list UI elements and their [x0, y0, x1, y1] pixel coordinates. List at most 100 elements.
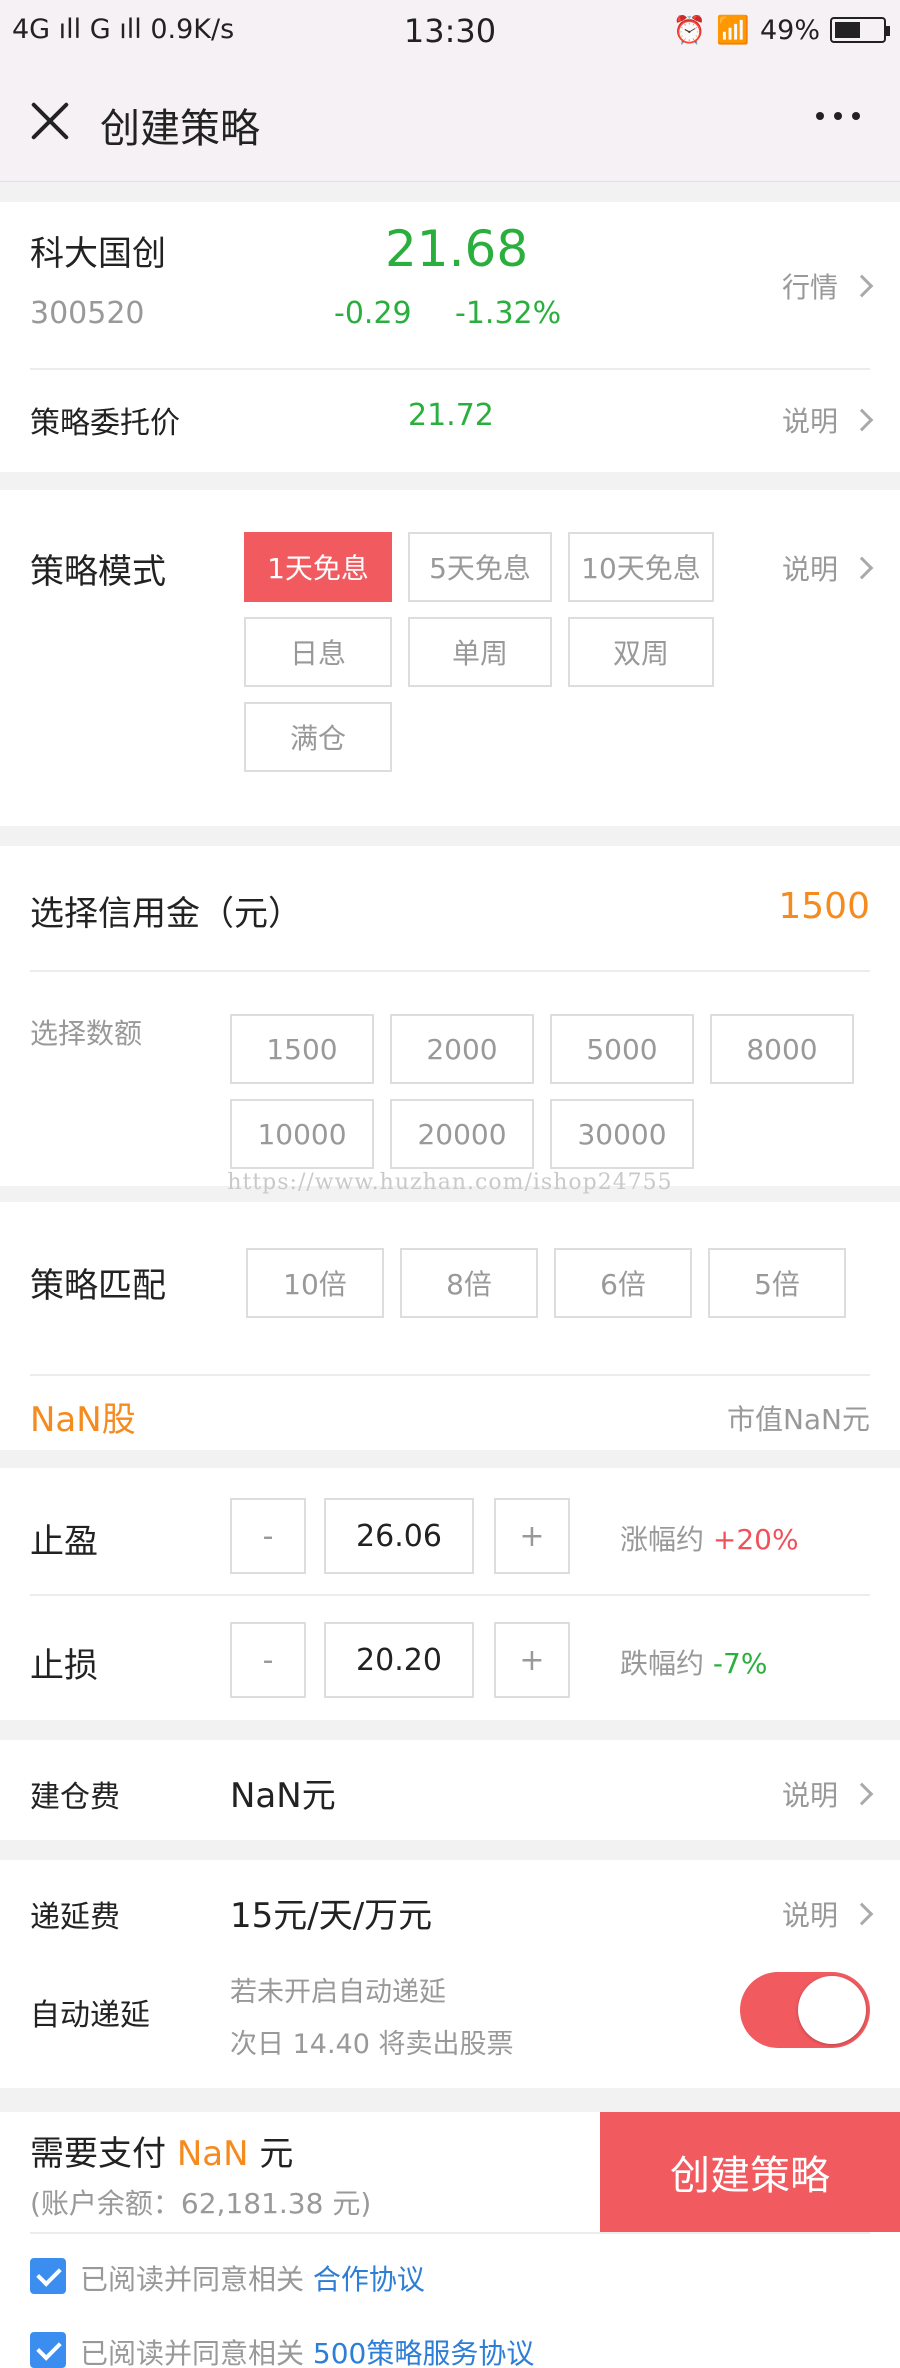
mode-info-label: 说明: [781, 553, 838, 586]
divider: [30, 1594, 870, 1596]
credit-option[interactable]: 5000: [550, 1014, 694, 1084]
chevron-right-icon: [850, 556, 874, 580]
match-label: 策略匹配: [30, 1266, 166, 1306]
quote-link-label: 行情: [781, 271, 838, 304]
agreement-line: 已阅读并同意相关 合作协议: [80, 2258, 425, 2298]
agreement-checkbox[interactable]: [30, 2258, 66, 2294]
credit-option[interactable]: 8000: [710, 1014, 854, 1084]
match-option[interactable]: 5倍: [708, 1248, 846, 1318]
position-fee-info-link[interactable]: 说明: [781, 1774, 874, 1814]
mode-option-10day[interactable]: 10天免息: [568, 532, 714, 602]
take-profit-minus-button[interactable]: -: [230, 1498, 306, 1574]
payment-prefix: 需要支付: [30, 2134, 177, 2174]
credit-value: 1500: [778, 886, 870, 927]
stop-loss-input[interactable]: 20.20: [324, 1622, 474, 1698]
stock-name: 科大国创: [30, 234, 166, 274]
mode-option-full[interactable]: 满仓: [244, 702, 392, 772]
credit-option[interactable]: 30000: [550, 1099, 694, 1169]
auto-defer-hint-1: 若未开启自动递延: [230, 1977, 446, 2008]
status-bar: 4G ıll G ıll 0.9K/s 13:30 ⏰ 📶 49%: [0, 0, 900, 60]
take-profit-plus-button[interactable]: +: [494, 1498, 570, 1574]
take-profit-range-label: 涨幅约: [620, 1523, 713, 1556]
chevron-right-icon: [850, 1902, 874, 1926]
credit-label: 选择信用金（元）: [30, 894, 302, 934]
profit-loss-section: 止盈 - 26.06 + 涨幅约 +20% 止损 - 20.20 + 跌幅约 -…: [0, 1468, 900, 1720]
payment-suffix: 元: [248, 2134, 294, 2174]
stop-loss-plus-button[interactable]: +: [494, 1622, 570, 1698]
chevron-right-icon: [850, 274, 874, 298]
credit-option[interactable]: 20000: [390, 1099, 534, 1169]
toggle-knob: [798, 1976, 866, 2044]
position-fee-section: 建仓费 NaN元 说明: [0, 1740, 900, 1840]
page-title: 创建策略: [100, 106, 260, 152]
chevron-right-icon: [850, 1782, 874, 1806]
match-option[interactable]: 10倍: [246, 1248, 384, 1318]
deferral-section: 递延费 15元/天/万元 说明 自动递延 若未开启自动递延 次日 14.40 将…: [0, 1860, 900, 2088]
create-strategy-button[interactable]: 创建策略: [600, 2112, 900, 2232]
mode-section: 策略模式 说明 1天免息 5天免息 10天免息 日息 单周 双周 满仓: [0, 490, 900, 826]
credit-sublabel: 选择数额: [30, 1017, 143, 1050]
take-profit-label: 止盈: [30, 1522, 98, 1562]
stop-loss-range-value: -7%: [712, 1647, 768, 1680]
position-fee-label: 建仓费: [30, 1780, 120, 1815]
deferral-fee-info-link[interactable]: 说明: [781, 1894, 874, 1934]
entrust-label: 策略委托价: [30, 406, 180, 441]
more-options-icon[interactable]: [816, 112, 860, 120]
mode-option-weekly[interactable]: 单周: [408, 617, 552, 687]
divider: [30, 1374, 870, 1376]
payment-section: 需要支付 NaN 元 (账户余额：62,181.38 元) 创建策略 已阅读并同…: [0, 2112, 900, 2368]
mode-option-5day[interactable]: 5天免息: [408, 532, 552, 602]
stock-section: 科大国创 300520 21.68 -0.29 -1.32% 行情 策略委托价 …: [0, 202, 900, 472]
agreement-checkbox[interactable]: [30, 2332, 66, 2368]
stock-price: 21.68: [385, 220, 529, 278]
deferral-fee-value: 15元/天/万元: [230, 1896, 433, 1936]
deferral-fee-label: 递延费: [30, 1900, 120, 1935]
service-agreement-link[interactable]: 500策略服务协议: [313, 2337, 534, 2368]
agreement-text: 已阅读并同意相关: [80, 2263, 313, 2296]
auto-defer-hint-2: 次日 14.40 将卖出股票: [230, 2029, 514, 2060]
wifi-icon: 📶: [716, 15, 750, 46]
market-value: 市值NaN元: [726, 1403, 870, 1436]
close-icon[interactable]: [28, 98, 72, 142]
take-profit-range: 涨幅约 +20%: [620, 1518, 799, 1558]
auto-defer-toggle[interactable]: [740, 1972, 870, 2048]
share-count: NaN股: [30, 1400, 136, 1440]
alarm-icon: ⏰: [672, 15, 707, 46]
stop-loss-range-label: 跌幅约: [620, 1647, 713, 1680]
stop-loss-minus-button[interactable]: -: [230, 1622, 306, 1698]
divider: [30, 2232, 870, 2234]
match-section: 策略匹配 10倍 8倍 6倍 5倍 NaN股 市值NaN元: [0, 1202, 900, 1450]
position-fee-info-label: 说明: [781, 1779, 838, 1812]
mode-info-link[interactable]: 说明: [781, 548, 874, 588]
stop-loss-range: 跌幅约 -7%: [620, 1642, 767, 1682]
match-option[interactable]: 8倍: [400, 1248, 538, 1318]
take-profit-input[interactable]: 26.06: [324, 1498, 474, 1574]
mode-option-1day[interactable]: 1天免息: [244, 532, 392, 602]
divider: [30, 970, 870, 972]
watermark: https://www.huzhan.com/ishop24755: [227, 1170, 673, 1195]
chevron-right-icon: [850, 408, 874, 432]
deferral-fee-info-label: 说明: [781, 1899, 838, 1932]
credit-option[interactable]: 1500: [230, 1014, 374, 1084]
credit-option[interactable]: 2000: [390, 1014, 534, 1084]
stock-code: 300520: [30, 296, 145, 331]
mode-option-daily[interactable]: 日息: [244, 617, 392, 687]
entrust-info-label: 说明: [781, 405, 838, 438]
stock-change-pct: -1.32%: [455, 296, 562, 331]
agreement-line: 已阅读并同意相关 500策略服务协议: [80, 2332, 534, 2368]
account-balance: (账户余额：62,181.38 元): [30, 2187, 372, 2220]
credit-option[interactable]: 10000: [230, 1099, 374, 1169]
cooperation-agreement-link[interactable]: 合作协议: [313, 2263, 425, 2296]
payment-value: NaN: [176, 2134, 249, 2174]
position-fee-value: NaN元: [230, 1776, 336, 1816]
match-option[interactable]: 6倍: [554, 1248, 692, 1318]
auto-defer-label: 自动递延: [30, 1998, 150, 2033]
take-profit-range-value: +20%: [712, 1523, 799, 1556]
payment-amount: 需要支付 NaN 元: [30, 2126, 293, 2175]
entrust-info-link[interactable]: 说明: [781, 400, 874, 440]
mode-option-biweekly[interactable]: 双周: [568, 617, 714, 687]
credit-section: 选择信用金（元） 1500 选择数额 1500 2000 5000 8000 1…: [0, 846, 900, 1186]
divider: [30, 368, 870, 370]
stop-loss-label: 止损: [30, 1646, 98, 1686]
quote-link[interactable]: 行情: [781, 266, 874, 306]
